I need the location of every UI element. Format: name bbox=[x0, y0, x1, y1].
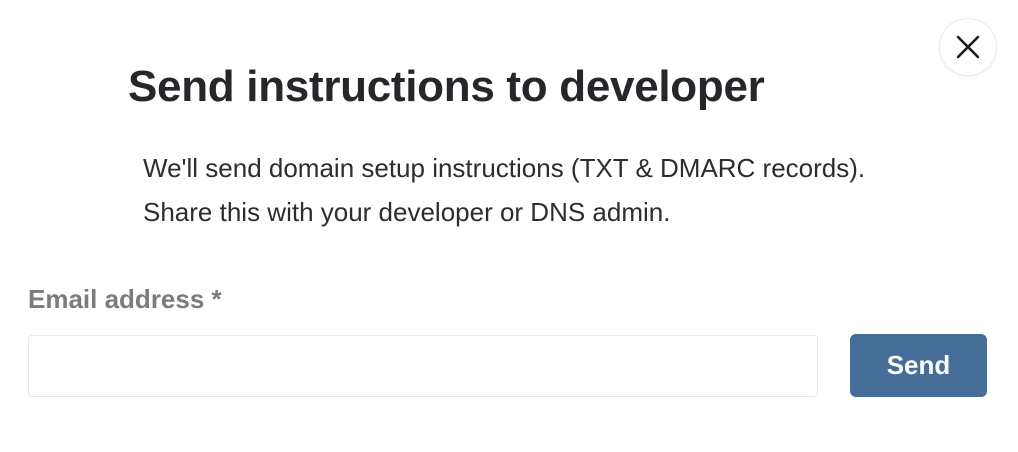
send-button[interactable]: Send bbox=[850, 334, 987, 397]
email-input[interactable] bbox=[28, 335, 818, 397]
send-instructions-dialog: Send instructions to developer We'll sen… bbox=[0, 0, 1018, 452]
close-icon bbox=[956, 35, 980, 59]
email-label: Email address * bbox=[28, 284, 222, 314]
dialog-title: Send instructions to developer bbox=[128, 62, 765, 111]
dialog-description: We'll send domain setup instructions (TX… bbox=[143, 153, 866, 227]
close-button[interactable] bbox=[939, 18, 997, 76]
